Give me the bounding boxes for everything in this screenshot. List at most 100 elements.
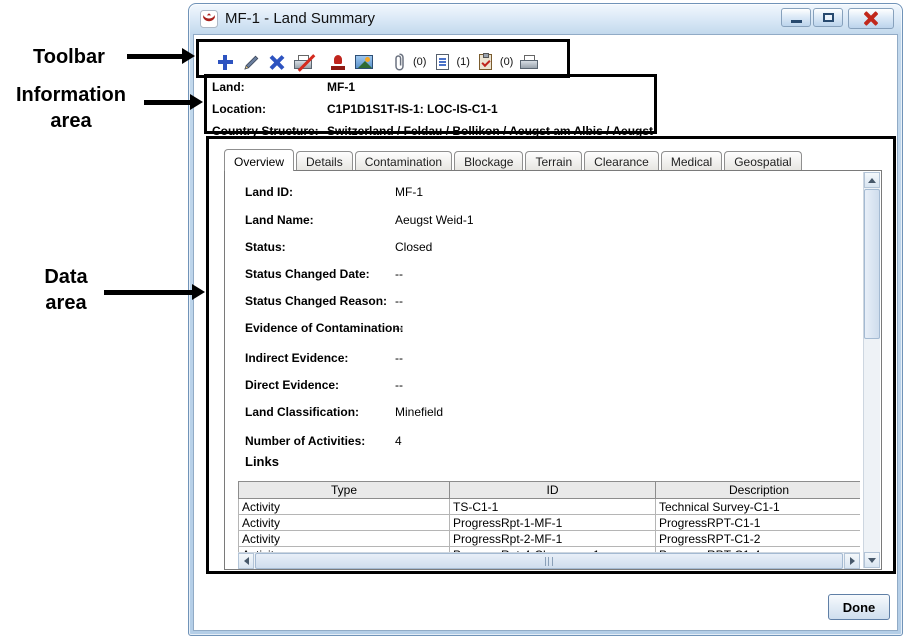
tab-overview[interactable]: Overview xyxy=(224,149,294,171)
stamp-icon xyxy=(330,55,346,70)
links-cell-description: Technical Survey-C1-1 xyxy=(656,499,861,515)
field-label: Status Changed Reason: xyxy=(245,294,387,308)
close-icon xyxy=(863,11,879,26)
field-value: Closed xyxy=(395,240,432,254)
right-arrow-icon xyxy=(850,557,855,565)
annotation-information-line2: area xyxy=(0,108,142,134)
annotation-data-arrow xyxy=(104,290,192,295)
tab-medical[interactable]: Medical xyxy=(661,151,722,170)
approve-button[interactable] xyxy=(325,49,351,75)
annotation-data-label: Data area xyxy=(28,264,104,316)
delete-x-icon xyxy=(270,55,285,70)
printer-blocked-icon xyxy=(294,55,312,69)
scroll-down-button[interactable] xyxy=(864,552,880,568)
field-value: Aeugst Weid-1 xyxy=(395,213,474,227)
links-row[interactable]: Activity ProgressRpt-1-MF-1 ProgressRPT-… xyxy=(239,515,861,531)
pencil-icon xyxy=(243,54,260,71)
links-cell-id: ProgressRpt-1-MF-1 xyxy=(450,515,656,531)
info-row-land: Land: MF-1 xyxy=(212,80,872,96)
tab-details[interactable]: Details xyxy=(296,151,353,170)
field-row-status-changed-reason: Status Changed Reason: -- xyxy=(245,294,845,310)
tab-strip: Overview Details Contamination Blockage … xyxy=(224,148,804,170)
scroll-left-button[interactable] xyxy=(238,553,254,569)
land-summary-window: MF-1 - Land Summary xyxy=(188,3,903,636)
horizontal-scrollbar-thumb[interactable] xyxy=(255,553,843,569)
left-arrow-icon xyxy=(244,557,249,565)
annotation-information-label: Information area xyxy=(0,82,142,134)
paperclip-icon xyxy=(394,53,405,71)
document-icon xyxy=(436,54,449,70)
attachments-count-badge: (0) xyxy=(413,56,426,68)
field-row-evidence-of-contamination: Evidence of Contamination: -- xyxy=(245,321,845,337)
tab-geospatial[interactable]: Geospatial xyxy=(724,151,801,170)
annotation-toolbar-arrow xyxy=(127,54,182,59)
horizontal-scrollbar[interactable] xyxy=(238,552,860,569)
links-cell-description: ProgressRPT-C1-2 xyxy=(656,531,861,547)
maximize-icon xyxy=(823,13,834,22)
done-button[interactable]: Done xyxy=(828,594,890,620)
up-arrow-icon xyxy=(868,178,876,183)
location-label: Location: xyxy=(212,102,266,116)
field-value: -- xyxy=(395,321,403,335)
attachments-button[interactable] xyxy=(386,49,412,75)
map-image-icon xyxy=(355,55,373,69)
window-controls xyxy=(781,8,894,29)
plus-icon xyxy=(218,55,233,70)
tab-contamination[interactable]: Contamination xyxy=(355,151,452,170)
field-label: Status: xyxy=(245,240,286,254)
links-cell-id: TS-C1-1 xyxy=(450,499,656,515)
links-heading: Links xyxy=(245,454,279,469)
field-value: Minefield xyxy=(395,405,443,419)
print-preview-button[interactable] xyxy=(290,49,316,75)
add-record-button[interactable] xyxy=(212,49,238,75)
printer-icon xyxy=(520,55,538,69)
links-header-row: Type ID Description xyxy=(239,482,861,499)
close-button[interactable] xyxy=(848,8,894,29)
tab-blockage[interactable]: Blockage xyxy=(454,151,523,170)
field-value: 4 xyxy=(395,434,402,448)
field-label: Land Name: xyxy=(245,213,314,227)
links-row[interactable]: Activity TS-C1-1 Technical Survey-C1-1 xyxy=(239,499,861,515)
scroll-up-button[interactable] xyxy=(864,172,880,188)
field-value: -- xyxy=(395,294,403,308)
field-value: -- xyxy=(395,351,403,365)
tab-clearance[interactable]: Clearance xyxy=(584,151,659,170)
links-cell-type: Activity xyxy=(239,499,450,515)
minimize-icon xyxy=(791,20,802,23)
thumb-grip-icon xyxy=(545,557,553,566)
edit-button[interactable] xyxy=(238,49,264,75)
field-value: -- xyxy=(395,378,403,392)
field-row-indirect-evidence: Indirect Evidence: -- xyxy=(245,351,845,367)
field-row-number-of-activities: Number of Activities: 4 xyxy=(245,434,845,450)
titlebar[interactable]: MF-1 - Land Summary xyxy=(189,4,902,34)
vertical-scrollbar[interactable] xyxy=(863,172,880,568)
tasks-button[interactable] xyxy=(473,49,499,75)
field-row-land-name: Land Name: Aeugst Weid-1 xyxy=(245,213,845,229)
field-value: -- xyxy=(395,267,403,281)
links-column-id[interactable]: ID xyxy=(450,482,656,499)
links-column-description[interactable]: Description xyxy=(656,482,861,499)
info-row-location: Location: C1P1D1S1T-IS-1: LOC-IS-C1-1 xyxy=(212,102,872,118)
delete-button[interactable] xyxy=(264,49,290,75)
land-label: Land: xyxy=(212,80,245,94)
annotation-data-line1: Data xyxy=(28,264,104,290)
tab-terrain[interactable]: Terrain xyxy=(525,151,582,170)
links-column-type[interactable]: Type xyxy=(239,482,450,499)
links-row[interactable]: Activity ProgressRpt-2-MF-1 ProgressRPT-… xyxy=(239,531,861,547)
minimize-button[interactable] xyxy=(781,8,811,27)
application-icon xyxy=(200,10,218,28)
print-button[interactable] xyxy=(516,49,542,75)
info-row-country-structure: Country Structure: Switzerland / Feldau … xyxy=(212,124,872,140)
maximize-button[interactable] xyxy=(813,8,843,27)
field-row-direct-evidence: Direct Evidence: -- xyxy=(245,378,845,394)
map-view-button[interactable] xyxy=(351,49,377,75)
scroll-right-button[interactable] xyxy=(844,553,860,569)
down-arrow-icon xyxy=(868,558,876,563)
vertical-scrollbar-thumb[interactable] xyxy=(864,189,880,339)
reports-button[interactable] xyxy=(429,49,455,75)
toolbar: (0) (1) (0) xyxy=(212,47,542,77)
land-value: MF-1 xyxy=(327,80,355,94)
location-value: C1P1D1S1T-IS-1: LOC-IS-C1-1 xyxy=(327,102,498,116)
window-title: MF-1 - Land Summary xyxy=(225,10,375,27)
annotation-data-line2: area xyxy=(28,290,104,316)
